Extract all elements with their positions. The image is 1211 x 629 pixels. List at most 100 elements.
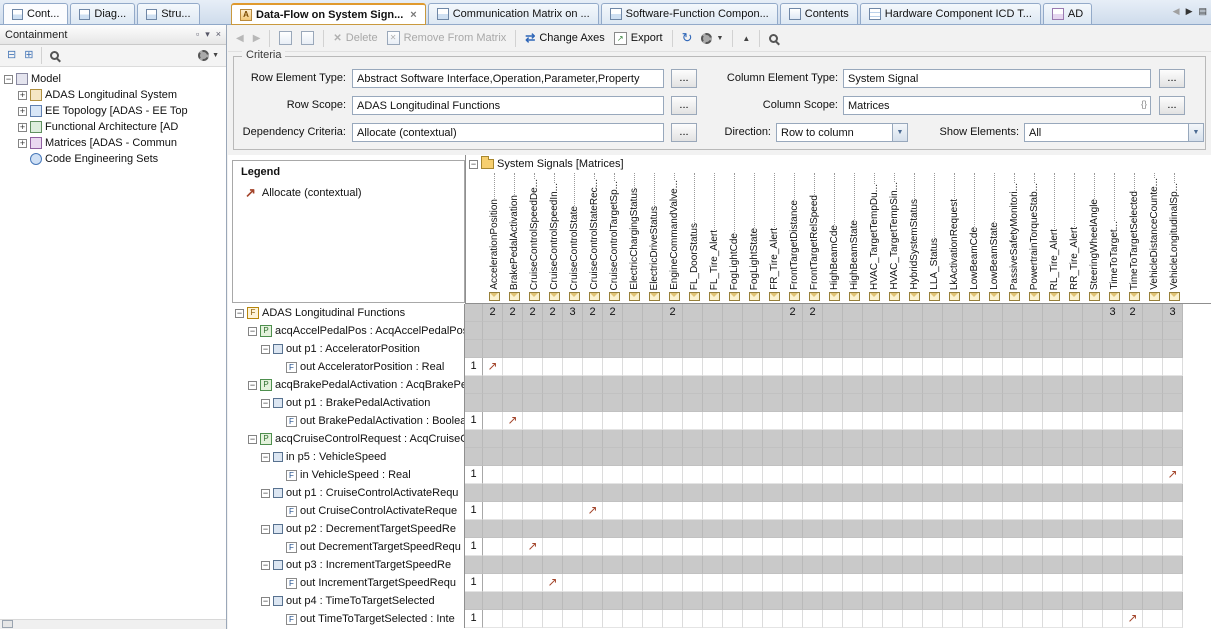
matrix-cell[interactable] xyxy=(783,538,803,556)
matrix-cell[interactable] xyxy=(863,430,883,448)
matrix-cell[interactable] xyxy=(1083,484,1103,502)
matrix-cell[interactable] xyxy=(1043,412,1063,430)
matrix-cell[interactable] xyxy=(543,322,563,340)
matrix-cell[interactable] xyxy=(1003,358,1023,376)
matrix-cell[interactable] xyxy=(903,322,923,340)
matrix-cell[interactable] xyxy=(683,466,703,484)
matrix-cell[interactable] xyxy=(763,448,783,466)
expand-icon[interactable]: + xyxy=(18,139,27,148)
matrix-cell[interactable] xyxy=(1063,466,1083,484)
matrix-cell[interactable] xyxy=(763,304,783,322)
matrix-cell[interactable] xyxy=(563,484,583,502)
matrix-cell[interactable] xyxy=(963,484,983,502)
matrix-cell[interactable] xyxy=(563,322,583,340)
matrix-cell[interactable] xyxy=(983,502,1003,520)
matrix-cell[interactable] xyxy=(603,412,623,430)
matrix-cell[interactable] xyxy=(863,304,883,322)
matrix-cell[interactable] xyxy=(583,484,603,502)
matrix-cell[interactable] xyxy=(1163,358,1183,376)
column-header[interactable]: HVAC_TargetTempDu... xyxy=(864,173,884,303)
matrix-cell[interactable] xyxy=(543,556,563,574)
matrix-cell[interactable] xyxy=(1123,574,1143,592)
matrix-cell[interactable] xyxy=(683,484,703,502)
matrix-cell[interactable] xyxy=(583,520,603,538)
matrix-cell[interactable] xyxy=(923,592,943,610)
matrix-cell[interactable] xyxy=(1063,412,1083,430)
matrix-cell[interactable] xyxy=(1063,556,1083,574)
collapse-icon[interactable]: − xyxy=(235,309,244,318)
matrix-cell[interactable] xyxy=(823,592,843,610)
matrix-cell[interactable] xyxy=(1063,502,1083,520)
matrix-cell[interactable] xyxy=(923,574,943,592)
minimize-icon[interactable]: ▾ xyxy=(205,30,210,39)
matrix-cell[interactable] xyxy=(983,394,1003,412)
matrix-cell[interactable] xyxy=(643,520,663,538)
matrix-cell[interactable] xyxy=(1103,466,1123,484)
matrix-cell[interactable] xyxy=(703,448,723,466)
matrix-cell[interactable] xyxy=(1163,592,1183,610)
matrix-cell[interactable] xyxy=(1163,574,1183,592)
matrix-cell[interactable] xyxy=(583,610,603,628)
matrix-cell[interactable] xyxy=(1163,484,1183,502)
tree-item[interactable]: −Model xyxy=(0,71,226,87)
matrix-cell[interactable] xyxy=(503,484,523,502)
matrix-cell[interactable] xyxy=(963,430,983,448)
matrix-cell[interactable] xyxy=(663,556,683,574)
matrix-cell[interactable] xyxy=(983,358,1003,376)
matrix-cell[interactable] xyxy=(943,376,963,394)
matrix-cell[interactable] xyxy=(543,502,563,520)
matrix-cell[interactable] xyxy=(603,592,623,610)
back-icon[interactable]: ◀ xyxy=(236,33,244,44)
matrix-cell[interactable] xyxy=(883,574,903,592)
matrix-cell[interactable] xyxy=(783,358,803,376)
matrix-cell[interactable] xyxy=(1103,394,1123,412)
matrix-cell[interactable] xyxy=(723,412,743,430)
matrix-cell[interactable]: 3 xyxy=(1103,304,1123,322)
matrix-cell[interactable] xyxy=(923,610,943,628)
column-header[interactable]: FrontTargetRelSpeed xyxy=(804,173,824,303)
matrix-cell[interactable] xyxy=(1083,574,1103,592)
matrix-cell[interactable] xyxy=(483,556,503,574)
matrix-cell[interactable] xyxy=(763,394,783,412)
matrix-cell[interactable] xyxy=(563,394,583,412)
matrix-cell[interactable] xyxy=(1043,466,1063,484)
matrix-cell[interactable] xyxy=(883,448,903,466)
matrix-cell[interactable] xyxy=(663,430,683,448)
matrix-cell[interactable] xyxy=(883,304,903,322)
matrix-cell[interactable] xyxy=(583,412,603,430)
matrix-cell[interactable] xyxy=(803,322,823,340)
matrix-cell[interactable] xyxy=(803,556,823,574)
matrix-cell[interactable] xyxy=(503,592,523,610)
matrix-cell[interactable] xyxy=(983,340,1003,358)
matrix-row-header[interactable]: Fout IncrementTargetSpeedRequ xyxy=(232,574,465,592)
matrix-cell[interactable] xyxy=(763,502,783,520)
matrix-cell[interactable]: 2 xyxy=(663,304,683,322)
matrix-cell[interactable] xyxy=(543,538,563,556)
matrix-cell[interactable] xyxy=(683,358,703,376)
matrix-cell[interactable] xyxy=(663,376,683,394)
matrix-cell[interactable] xyxy=(763,376,783,394)
column-header[interactable]: HVAC_TargetTempSin... xyxy=(884,173,904,303)
matrix-cell[interactable] xyxy=(623,304,643,322)
matrix-cell[interactable] xyxy=(603,466,623,484)
delete-button[interactable]: ✕ Delete xyxy=(333,32,377,44)
matrix-cell[interactable] xyxy=(1123,556,1143,574)
direction-select[interactable]: Row to column ▼ xyxy=(776,123,908,142)
column-header[interactable]: LkActivationRequest xyxy=(944,173,964,303)
matrix-cell[interactable] xyxy=(983,556,1003,574)
matrix-cell[interactable] xyxy=(943,448,963,466)
matrix-cell[interactable] xyxy=(1063,484,1083,502)
matrix-cell[interactable] xyxy=(643,538,663,556)
matrix-cell[interactable] xyxy=(703,412,723,430)
matrix-cell[interactable] xyxy=(643,412,663,430)
matrix-cell[interactable] xyxy=(643,574,663,592)
matrix-cell[interactable] xyxy=(763,484,783,502)
matrix-cell[interactable] xyxy=(843,430,863,448)
matrix-cell[interactable] xyxy=(543,430,563,448)
column-header[interactable]: LLA_Status xyxy=(924,173,944,303)
column-header[interactable]: TimeToTargetSelected xyxy=(1124,173,1144,303)
matrix-cell[interactable] xyxy=(583,340,603,358)
matrix-cell[interactable] xyxy=(603,556,623,574)
matrix-cell[interactable] xyxy=(703,592,723,610)
matrix-cell[interactable] xyxy=(1143,358,1163,376)
